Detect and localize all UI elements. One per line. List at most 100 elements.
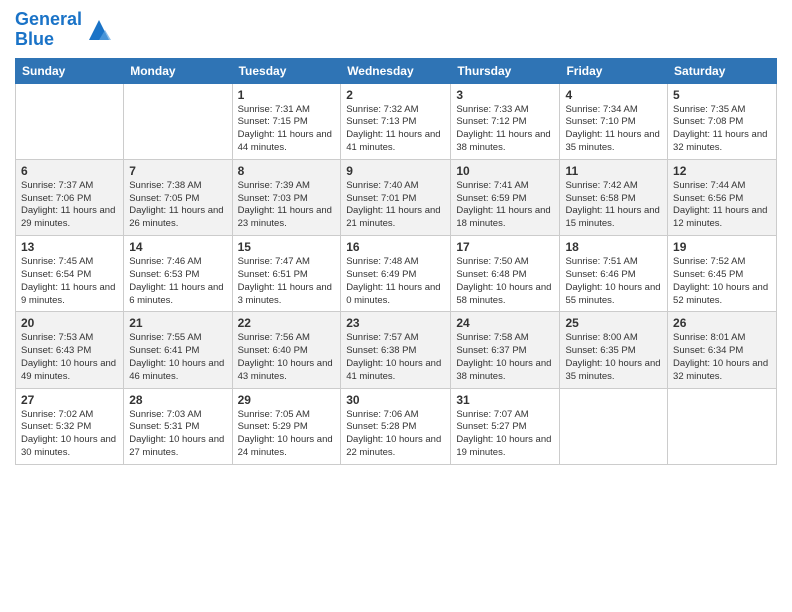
day-info: Sunrise: 7:58 AMSunset: 6:37 PMDaylight:… [456, 332, 554, 383]
day-cell: 12Sunrise: 7:44 AMSunset: 6:56 PMDayligh… [668, 159, 777, 235]
day-cell [124, 83, 232, 159]
day-info: Sunrise: 7:51 AMSunset: 6:46 PMDaylight:… [565, 256, 662, 307]
weekday-header-saturday: Saturday [668, 58, 777, 83]
day-info: Sunrise: 7:53 AMSunset: 6:43 PMDaylight:… [21, 332, 118, 383]
day-info: Sunrise: 8:00 AMSunset: 6:35 PMDaylight:… [565, 332, 662, 383]
day-info: Sunrise: 8:01 AMSunset: 6:34 PMDaylight:… [673, 332, 771, 383]
logo: General Blue [15, 10, 113, 50]
day-cell: 7 Sunrise: 7:38 AMSunset: 7:05 PMDaylight… [124, 159, 232, 235]
day-info: Sunrise: 7:41 AMSunset: 6:59 PMDaylight:… [456, 180, 554, 231]
day-number: 19 [673, 240, 771, 254]
day-info: Sunrise: 7:32 AMSunset: 7:13 PMDaylight:… [346, 104, 445, 155]
day-number: 7 [129, 164, 226, 178]
week-row-5: 27 Sunrise: 7:02 AMSunset: 5:32 PMDayligh… [16, 388, 777, 464]
day-info: Sunrise: 7:37 AMSunset: 7:06 PMDaylight:… [21, 180, 118, 231]
week-row-4: 20 Sunrise: 7:53 AMSunset: 6:43 PMDayligh… [16, 312, 777, 388]
day-number: 21 [129, 316, 226, 330]
day-cell: 3 Sunrise: 7:33 AMSunset: 7:12 PMDaylight… [451, 83, 560, 159]
day-cell: 1 Sunrise: 7:31 AMSunset: 7:15 PMDaylight… [232, 83, 341, 159]
day-info: Sunrise: 7:57 AMSunset: 6:38 PMDaylight:… [346, 332, 445, 383]
day-info: Sunrise: 7:45 AMSunset: 6:54 PMDaylight:… [21, 256, 118, 307]
day-cell [560, 388, 668, 464]
day-info: Sunrise: 7:46 AMSunset: 6:53 PMDaylight:… [129, 256, 226, 307]
day-info: Sunrise: 7:02 AMSunset: 5:32 PMDaylight:… [21, 409, 118, 460]
day-cell: 24Sunrise: 7:58 AMSunset: 6:37 PMDayligh… [451, 312, 560, 388]
day-info: Sunrise: 7:38 AMSunset: 7:05 PMDaylight:… [129, 180, 226, 231]
weekday-header-sunday: Sunday [16, 58, 124, 83]
day-cell: 10Sunrise: 7:41 AMSunset: 6:59 PMDayligh… [451, 159, 560, 235]
day-cell: 26 Sunrise: 8:01 AMSunset: 6:34 PMDayligh… [668, 312, 777, 388]
day-number: 31 [456, 393, 554, 407]
day-info: Sunrise: 7:52 AMSunset: 6:45 PMDaylight:… [673, 256, 771, 307]
day-number: 25 [565, 316, 662, 330]
weekday-header-tuesday: Tuesday [232, 58, 341, 83]
day-cell: 16 Sunrise: 7:48 AMSunset: 6:49 PMDayligh… [341, 236, 451, 312]
day-cell: 20 Sunrise: 7:53 AMSunset: 6:43 PMDayligh… [16, 312, 124, 388]
day-number: 2 [346, 88, 445, 102]
day-cell: 22Sunrise: 7:56 AMSunset: 6:40 PMDayligh… [232, 312, 341, 388]
day-number: 11 [565, 164, 662, 178]
day-info: Sunrise: 7:03 AMSunset: 5:31 PMDaylight:… [129, 409, 226, 460]
calendar-table: SundayMondayTuesdayWednesdayThursdayFrid… [15, 58, 777, 465]
day-info: Sunrise: 7:34 AMSunset: 7:10 PMDaylight:… [565, 104, 662, 155]
day-cell: 8 Sunrise: 7:39 AMSunset: 7:03 PMDaylight… [232, 159, 341, 235]
day-cell: 29Sunrise: 7:05 AMSunset: 5:29 PMDayligh… [232, 388, 341, 464]
day-cell [668, 388, 777, 464]
day-number: 8 [238, 164, 336, 178]
day-number: 3 [456, 88, 554, 102]
page: General Blue SundayMondayTuesdayWednesda… [0, 0, 792, 612]
day-cell: 25 Sunrise: 8:00 AMSunset: 6:35 PMDayligh… [560, 312, 668, 388]
day-cell: 6 Sunrise: 7:37 AMSunset: 7:06 PMDaylight… [16, 159, 124, 235]
day-number: 15 [238, 240, 336, 254]
day-number: 20 [21, 316, 118, 330]
week-row-1: 1 Sunrise: 7:31 AMSunset: 7:15 PMDaylight… [16, 83, 777, 159]
day-cell: 28Sunrise: 7:03 AMSunset: 5:31 PMDayligh… [124, 388, 232, 464]
day-number: 12 [673, 164, 771, 178]
day-cell: 14 Sunrise: 7:46 AMSunset: 6:53 PMDayligh… [124, 236, 232, 312]
day-info: Sunrise: 7:42 AMSunset: 6:58 PMDaylight:… [565, 180, 662, 231]
day-info: Sunrise: 7:48 AMSunset: 6:49 PMDaylight:… [346, 256, 445, 307]
day-number: 1 [238, 88, 336, 102]
day-cell: 30 Sunrise: 7:06 AMSunset: 5:28 PMDayligh… [341, 388, 451, 464]
logo-text: General Blue [15, 10, 82, 50]
day-info: Sunrise: 7:35 AMSunset: 7:08 PMDaylight:… [673, 104, 771, 155]
weekday-header-wednesday: Wednesday [341, 58, 451, 83]
day-number: 27 [21, 393, 118, 407]
day-number: 23 [346, 316, 445, 330]
week-row-2: 6 Sunrise: 7:37 AMSunset: 7:06 PMDaylight… [16, 159, 777, 235]
day-info: Sunrise: 7:39 AMSunset: 7:03 PMDaylight:… [238, 180, 336, 231]
day-cell: 11 Sunrise: 7:42 AMSunset: 6:58 PMDayligh… [560, 159, 668, 235]
day-cell: 17 Sunrise: 7:50 AMSunset: 6:48 PMDayligh… [451, 236, 560, 312]
day-number: 6 [21, 164, 118, 178]
day-cell: 21 Sunrise: 7:55 AMSunset: 6:41 PMDayligh… [124, 312, 232, 388]
day-info: Sunrise: 7:07 AMSunset: 5:27 PMDaylight:… [456, 409, 554, 460]
day-number: 29 [238, 393, 336, 407]
logo-icon [85, 16, 113, 44]
weekday-header-thursday: Thursday [451, 58, 560, 83]
weekday-header-row: SundayMondayTuesdayWednesdayThursdayFrid… [16, 58, 777, 83]
day-number: 17 [456, 240, 554, 254]
day-info: Sunrise: 7:47 AMSunset: 6:51 PMDaylight:… [238, 256, 336, 307]
day-cell: 23 Sunrise: 7:57 AMSunset: 6:38 PMDayligh… [341, 312, 451, 388]
day-cell: 15 Sunrise: 7:47 AMSunset: 6:51 PMDayligh… [232, 236, 341, 312]
day-cell: 31 Sunrise: 7:07 AMSunset: 5:27 PMDayligh… [451, 388, 560, 464]
day-info: Sunrise: 7:56 AMSunset: 6:40 PMDaylight:… [238, 332, 336, 383]
day-number: 18 [565, 240, 662, 254]
day-info: Sunrise: 7:06 AMSunset: 5:28 PMDaylight:… [346, 409, 445, 460]
day-info: Sunrise: 7:55 AMSunset: 6:41 PMDaylight:… [129, 332, 226, 383]
header: General Blue [15, 10, 777, 50]
weekday-header-monday: Monday [124, 58, 232, 83]
day-number: 5 [673, 88, 771, 102]
day-cell: 9Sunrise: 7:40 AMSunset: 7:01 PMDaylight… [341, 159, 451, 235]
day-number: 16 [346, 240, 445, 254]
day-info: Sunrise: 7:33 AMSunset: 7:12 PMDaylight:… [456, 104, 554, 155]
day-number: 30 [346, 393, 445, 407]
day-cell: 2 Sunrise: 7:32 AMSunset: 7:13 PMDaylight… [341, 83, 451, 159]
day-info: Sunrise: 7:40 AMSunset: 7:01 PMDaylight:… [346, 180, 445, 231]
day-number: 14 [129, 240, 226, 254]
day-cell: 19 Sunrise: 7:52 AMSunset: 6:45 PMDayligh… [668, 236, 777, 312]
day-number: 26 [673, 316, 771, 330]
day-info: Sunrise: 7:50 AMSunset: 6:48 PMDaylight:… [456, 256, 554, 307]
day-cell: 5 Sunrise: 7:35 AMSunset: 7:08 PMDaylight… [668, 83, 777, 159]
day-info: Sunrise: 7:31 AMSunset: 7:15 PMDaylight:… [238, 104, 336, 155]
